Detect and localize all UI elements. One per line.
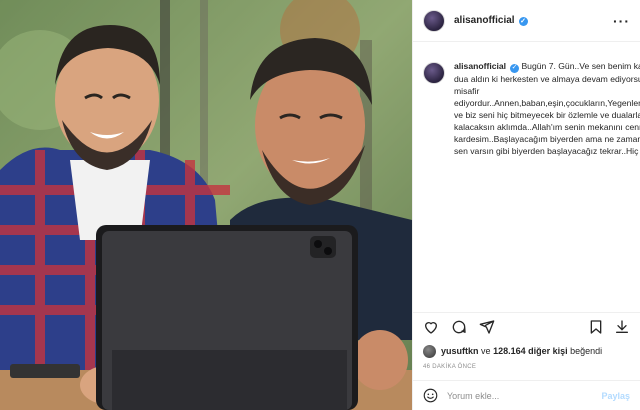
post-side-panel: alisanofficial ✓ ··· alisanofficial ✓ Bugü… [412, 0, 640, 410]
caption-text: Bugün 7. Gün..Ve sen benim kalbimde bir … [454, 61, 640, 156]
likes-line: yusuftkn ve 128.164 diğer kişi beğendi [413, 340, 640, 360]
likes-connector: ve [481, 346, 491, 356]
verified-badge-icon: ✓ [518, 16, 528, 26]
caption-username[interactable]: alisanofficial [454, 61, 506, 71]
emoji-icon[interactable] [423, 388, 438, 403]
photo-two-men-with-tablet [0, 0, 412, 410]
caption: alisanofficial ✓ Bugün 7. Gün..Ve sen ben… [454, 60, 640, 312]
username-text[interactable]: alisanofficial [454, 15, 515, 26]
heart-icon[interactable] [423, 319, 439, 335]
comments-area: alisanofficial ✓ Bugün 7. Gün..Ve sen ben… [413, 42, 640, 312]
comment-icon[interactable] [451, 319, 467, 335]
post-comment-button[interactable]: Paylaş [601, 391, 630, 401]
liker-avatar[interactable] [423, 344, 436, 358]
post-time[interactable]: 46 DAKİKA ÖNCE [413, 360, 640, 380]
liker-username[interactable]: yusuftkn [441, 346, 479, 356]
post-header: alisanofficial ✓ ··· [413, 0, 640, 42]
instagram-post: alisanofficial ✓ ··· alisanofficial ✓ Bugü… [0, 0, 640, 410]
more-icon[interactable]: ··· [613, 13, 630, 29]
share-icon[interactable] [479, 319, 495, 335]
caption-avatar[interactable] [423, 62, 445, 84]
bookmark-icon[interactable] [588, 319, 604, 335]
avatar[interactable] [423, 9, 445, 32]
likes-count[interactable]: 128.164 diğer kişi [493, 346, 568, 356]
likes-suffix: beğendi [570, 346, 603, 356]
header-username[interactable]: alisanofficial ✓ [454, 15, 528, 26]
comment-input[interactable] [447, 390, 577, 401]
action-bar [413, 312, 640, 340]
verified-badge-icon: ✓ [510, 63, 520, 73]
add-comment-bar: Paylaş [413, 380, 640, 410]
download-icon[interactable] [614, 319, 630, 335]
post-photo[interactable] [0, 0, 412, 410]
